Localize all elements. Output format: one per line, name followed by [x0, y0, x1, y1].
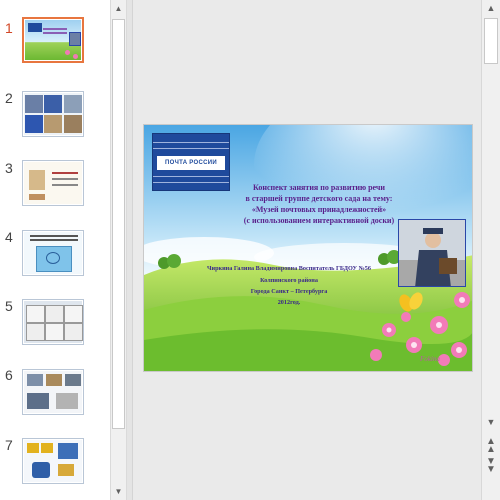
author-line-2: Колпинского района — [260, 277, 318, 284]
arrow-down-icon[interactable]: ▼ — [482, 417, 500, 427]
slide-title-line-3: «Музей почтовых принадлежностей» — [251, 205, 387, 214]
arrow-up-icon[interactable]: ▲ — [111, 0, 126, 17]
slide-number-6: 6 — [5, 367, 13, 383]
thumbnail-scrollbar-thumb[interactable] — [112, 19, 125, 429]
slide-number-2: 2 — [5, 90, 13, 106]
slide-thumbnail-1[interactable] — [22, 17, 84, 63]
slide-number-1: 1 — [5, 20, 13, 36]
slide-thumbnail-7[interactable] — [22, 438, 84, 484]
author-line-4: 2012год. — [277, 299, 301, 306]
double-arrow-down-icon[interactable]: ▼ ▼ — [482, 457, 500, 475]
slide-number-3: 3 — [5, 160, 13, 176]
slide-thumbnail-5[interactable] — [22, 299, 84, 345]
slide-number-5: 5 — [5, 298, 13, 314]
pane-splitter[interactable] — [127, 0, 133, 500]
slide-thumbnail-3[interactable] — [22, 160, 84, 206]
slide-number-7: 7 — [5, 437, 13, 453]
arrow-down-icon[interactable]: ▼ — [111, 483, 126, 500]
slide-thumbnail-pane: 1 2 3 4 5 6 7 — [0, 0, 110, 500]
editor-scrollbar-thumb[interactable] — [484, 18, 498, 64]
russian-post-logo-text: ПОЧТА РОССИИ — [157, 156, 225, 170]
slide-title-line-2: в старшей группе детского сада на тему: — [245, 194, 393, 203]
editor-scrollbar[interactable]: ▲ ▼ ▲ ▲ ▼ ▼ — [481, 0, 500, 500]
slide-thumbnail-4[interactable] — [22, 230, 84, 276]
current-slide[interactable]: ПОЧТА РОССИИ Конспект занятия по развити… — [143, 124, 473, 372]
postman-photo — [398, 219, 466, 287]
slide-title-line-4: (с использованием интерактивной доски) — [243, 216, 395, 225]
arrow-up-icon[interactable]: ▲ — [482, 3, 500, 13]
slide-title-line-1: Конспект занятия по развитию речи — [252, 183, 386, 192]
thumbnail-scrollbar[interactable]: ▲ ▼ — [110, 0, 127, 500]
slide-thumbnail-6[interactable] — [22, 369, 84, 415]
author-line-1: Чиркина Галина Владимировна Воспитатель … — [207, 265, 371, 272]
watermark: Fokina — [420, 355, 440, 363]
author-line-3: Города Санкт – Петербурга — [250, 288, 328, 295]
double-arrow-up-icon[interactable]: ▲ ▲ — [482, 437, 500, 455]
slide-number-4: 4 — [5, 229, 13, 245]
slide-thumbnail-2[interactable] — [22, 91, 84, 137]
